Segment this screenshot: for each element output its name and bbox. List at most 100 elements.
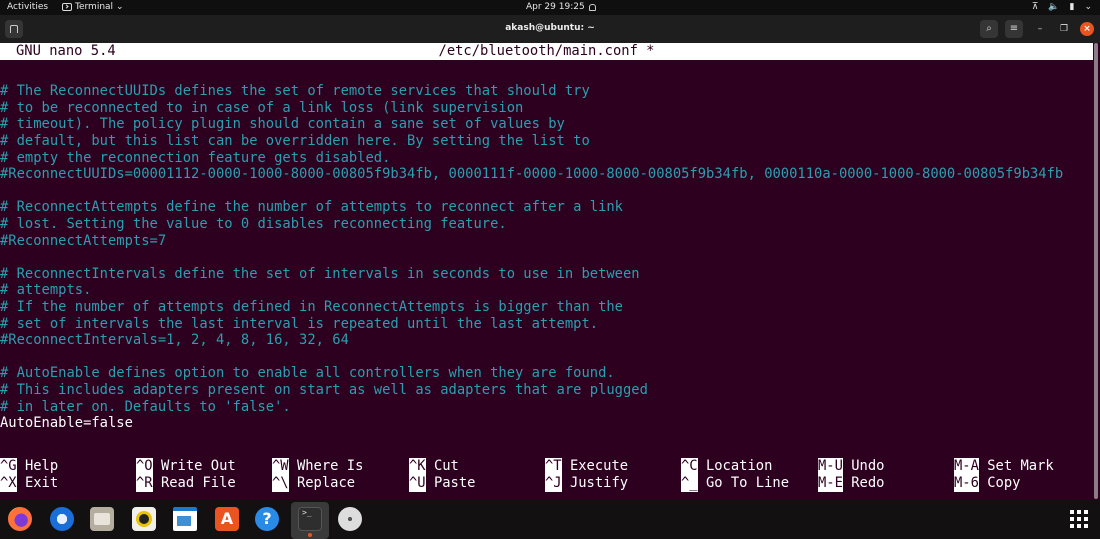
comment-line: # ReconnectIntervals define the set of i… (0, 265, 640, 282)
top-bar: Activities Terminal ⌄ Apr 29 19:25 ⊼ 🔈 ▮… (0, 0, 1100, 15)
network-icon: ⊼ (1031, 2, 1039, 12)
shortcut-label: Help (24, 458, 59, 474)
terminal-icon (62, 3, 72, 11)
comment-line: #ReconnectUUIDs=00001112-0000-1000-8000-… (0, 166, 1064, 183)
comment-line: # set of intervals the last interval is … (0, 315, 599, 332)
shortcut-key: ^_ (681, 475, 698, 492)
shortcut-help[interactable]: ^G Help (0, 458, 58, 475)
minimize-button[interactable]: – (1033, 23, 1047, 35)
show-applications-icon[interactable] (1070, 510, 1088, 528)
dock-item-help[interactable]: ? (253, 505, 281, 533)
activities-button[interactable]: Activities (7, 2, 48, 12)
shortcut-read-file[interactable]: ^R Read File (136, 475, 236, 492)
shortcut-label: Undo (851, 458, 885, 474)
dock-item-thunderbird[interactable] (48, 505, 76, 533)
shortcut-label: Redo (851, 475, 885, 491)
shortcut-key: M-U (818, 458, 843, 475)
shortcut-label: Set Mark (987, 458, 1054, 474)
shortcut-location[interactable]: ^C Location (681, 458, 772, 475)
shortcut-key: ^J (545, 475, 562, 492)
shortcut-paste[interactable]: ^U Paste (409, 475, 475, 492)
dock-item-disc[interactable] (336, 505, 364, 533)
comment-line: # timeout). The policy plugin should con… (0, 116, 565, 133)
dock: A? >_ (0, 500, 1100, 539)
dock-item-files[interactable] (88, 505, 116, 533)
comment-line: # to be reconnected to in case of a link… (0, 99, 524, 116)
shortcut-go-to-line[interactable]: ^_ Go To Line (681, 475, 789, 492)
restore-icon: ❐ (1059, 24, 1069, 34)
terminal-view[interactable]: GNU nano 5.4 /etc/bluetooth/main.conf * … (0, 43, 1100, 500)
comment-line: # in later on. Defaults to 'false'. (0, 398, 291, 415)
comment-line: # lost. Setting the value to 0 disables … (0, 216, 507, 232)
close-icon: × (1083, 24, 1091, 34)
shortcut-label: Paste (433, 475, 476, 491)
shortcut-label: Location (705, 458, 773, 474)
shortcut-write-out[interactable]: ^O Write Out (136, 458, 236, 475)
shortcut-key: ^G (0, 458, 17, 475)
shortcut-label: Execute (569, 458, 629, 474)
shortcut-cut[interactable]: ^K Cut (409, 458, 459, 475)
shortcut-label: Replace (296, 475, 356, 491)
maximize-button[interactable]: ❐ (1057, 23, 1071, 35)
search-button[interactable]: ⌕ (980, 20, 998, 38)
shortcut-exit[interactable]: ^X Exit (0, 475, 58, 492)
search-icon: ⌕ (986, 23, 992, 34)
clock[interactable]: Apr 29 19:25 (526, 2, 596, 12)
dock-item-firefox[interactable] (6, 505, 34, 533)
shortcut-key: M-E (818, 475, 843, 492)
shortcut-label: Copy (987, 475, 1021, 491)
shortcut-undo[interactable]: M-U Undo (818, 458, 884, 475)
libreoffice-writer-icon (173, 507, 197, 531)
notification-bell-icon (588, 3, 596, 11)
shortcut-label: Cut (433, 458, 459, 474)
comment-line: # default, but this list can be overridd… (0, 133, 590, 149)
files-icon (90, 507, 114, 531)
firefox-icon (8, 507, 32, 531)
shortcut-where-is[interactable]: ^W Where Is (272, 458, 363, 475)
shortcut-key: ^O (136, 458, 153, 475)
shortcut-key: M-A (954, 458, 979, 475)
dock-item-ubuntu-software[interactable]: A (213, 505, 241, 533)
comment-line: # The ReconnectUUIDs defines the set of … (0, 83, 590, 100)
terminal-titlebar: akash@ubuntu: ~ ⌕ ≡ – ❐ × (0, 15, 1100, 43)
comment-line: # attempts. (0, 282, 92, 299)
dock-item-libreoffice-writer[interactable] (171, 505, 199, 533)
close-button[interactable]: × (1080, 22, 1094, 36)
nano-header: GNU nano 5.4 /etc/bluetooth/main.conf * (0, 43, 1093, 60)
shortcut-key: ^T (545, 458, 562, 475)
ubuntu-software-icon: A (215, 507, 239, 531)
shortcut-execute[interactable]: ^T Execute (545, 458, 628, 475)
shortcut-key: ^\ (272, 475, 289, 492)
shortcut-label: Read File (160, 475, 236, 491)
dock-item-rhythmbox[interactable] (130, 505, 158, 533)
shortcut-replace[interactable]: ^\ Replace (272, 475, 355, 492)
comment-line: #ReconnectIntervals=1, 2, 4, 8, 16, 32, … (0, 332, 349, 349)
shortcut-key: ^W (272, 458, 289, 475)
comment-line: # This includes adapters present on star… (0, 382, 648, 398)
comment-line: # If the number of attempts defined in R… (0, 299, 623, 315)
scrollbar[interactable] (1094, 43, 1098, 499)
app-menu[interactable]: Terminal ⌄ (62, 2, 124, 12)
rhythmbox-icon (132, 507, 156, 531)
shortcut-copy[interactable]: M-6 Copy (954, 475, 1020, 492)
shortcut-redo[interactable]: M-E Redo (818, 475, 884, 492)
shortcut-label: Go To Line (705, 475, 790, 491)
nano-filename: /etc/bluetooth/main.conf * (438, 43, 655, 59)
shortcut-label: Exit (24, 475, 59, 491)
dock-item-terminal[interactable]: >_ (296, 505, 324, 533)
comment-line: # empty the reconnection feature gets di… (0, 149, 391, 166)
menu-button[interactable]: ≡ (1005, 20, 1023, 38)
hamburger-menu-icon: ≡ (1009, 23, 1019, 34)
help-icon: ? (255, 507, 279, 531)
comment-line: # ReconnectAttempts define the number of… (0, 199, 623, 216)
system-tray[interactable]: ⊼ 🔈 ▮ ⌄ (1032, 2, 1092, 12)
shortcut-key: M-6 (954, 475, 979, 492)
window-title: akash@ubuntu: ~ (505, 23, 595, 33)
shortcut-set-mark[interactable]: M-A Set Mark (954, 458, 1054, 475)
app-menu-label: Terminal (75, 2, 114, 12)
shortcut-key: ^R (136, 475, 153, 492)
shortcut-justify[interactable]: ^J Justify (545, 475, 628, 492)
running-indicator (308, 533, 312, 537)
shortcut-label: Write Out (160, 458, 236, 474)
minimize-icon: – (1037, 24, 1043, 34)
